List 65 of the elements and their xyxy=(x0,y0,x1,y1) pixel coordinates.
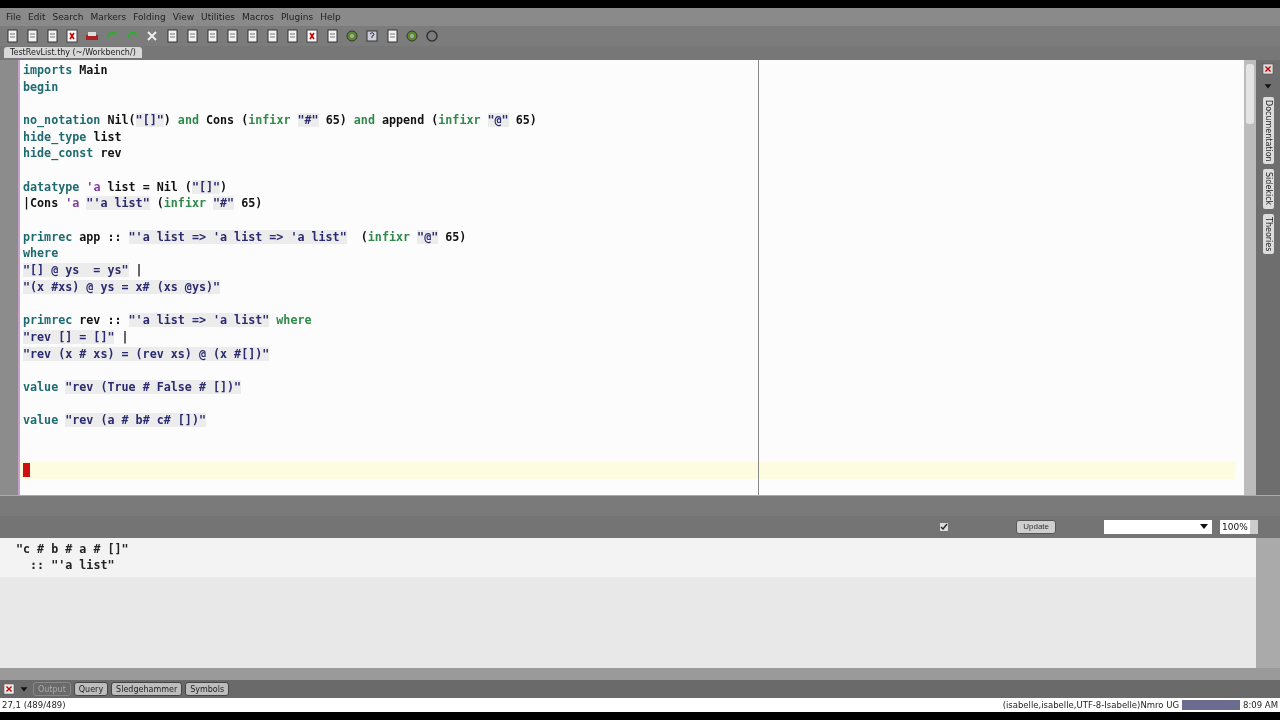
document-icon[interactable] xyxy=(285,28,299,43)
document-icon[interactable] xyxy=(165,28,179,43)
document-icon[interactable] xyxy=(265,28,279,43)
code-line: value "rev (True # False # [])" xyxy=(23,378,243,396)
close-file-icon[interactable] xyxy=(65,28,79,43)
document-icon[interactable] xyxy=(385,28,399,43)
close-icon[interactable] xyxy=(1262,62,1274,75)
code-line: value "rev (a # b# c# [])" xyxy=(23,412,207,429)
zoom-field[interactable]: 100% xyxy=(1220,519,1250,534)
checkbox[interactable] xyxy=(940,522,949,531)
menu-item[interactable]: Folding xyxy=(133,11,166,22)
menu-item[interactable]: Plugins xyxy=(280,11,314,22)
panel-tab[interactable]: Sledgehammer xyxy=(111,682,183,697)
buffer-tab[interactable]: TestRevList.thy (~/Workbench/) xyxy=(4,47,142,59)
scrollbar[interactable] xyxy=(1244,59,1256,495)
panel-tab[interactable]: Symbols xyxy=(185,682,230,697)
menu-item[interactable]: Utilities xyxy=(201,11,235,22)
zoom-dropdown-button[interactable] xyxy=(1250,519,1258,534)
menu-item[interactable]: Markers xyxy=(90,11,127,22)
code-line: where xyxy=(23,245,60,263)
circle-icon[interactable] xyxy=(425,28,439,43)
code-line: no_notation Nil("[]") and Cons (infixr "#" 65) and append (infixr "@" 65) xyxy=(23,111,538,129)
output-line: "c # b # a # []" xyxy=(16,540,130,558)
code-line: datatype 'a list = Nil ("[]") xyxy=(23,178,229,196)
dock-tab[interactable]: Theories xyxy=(1262,213,1274,255)
scrollbar[interactable] xyxy=(0,668,1280,681)
menu-item[interactable]: View xyxy=(172,11,195,22)
code-line: primrec rev :: "'a list => 'a list" where xyxy=(23,312,313,329)
document-icon[interactable] xyxy=(325,28,339,43)
code-line: primrec app :: "'a list => 'a list => 'a list" (infixr "@" 65) xyxy=(23,228,468,246)
menu-item[interactable]: Search xyxy=(52,11,84,22)
document-icon[interactable] xyxy=(245,28,259,43)
document-icon[interactable] xyxy=(25,28,39,43)
code-editor[interactable] xyxy=(0,59,1256,495)
document-icon[interactable] xyxy=(5,28,19,43)
document-icon[interactable] xyxy=(185,28,199,43)
document-icon[interactable] xyxy=(45,28,59,43)
cut-icon[interactable] xyxy=(145,28,159,43)
code-line: |Cons 'a "'a list" (infixr "#" 65) xyxy=(23,195,264,212)
panel-tab[interactable]: Query xyxy=(73,682,109,697)
code-line: begin xyxy=(23,78,60,96)
document-icon[interactable] xyxy=(225,28,239,43)
menu-item[interactable]: File xyxy=(6,11,22,22)
dock-tab[interactable]: Sidekick xyxy=(1262,169,1274,209)
caret-position: 27,1 (489/489) xyxy=(2,700,66,711)
help-icon[interactable] xyxy=(365,28,379,43)
memory-bar xyxy=(1182,700,1241,711)
code-line: imports Main xyxy=(23,61,109,79)
dock-tab[interactable]: Documentation xyxy=(1262,96,1274,165)
text-cursor xyxy=(23,463,30,478)
update-button[interactable]: Update xyxy=(1016,519,1056,534)
code-line: hide_type list xyxy=(23,128,123,146)
menu-item[interactable]: Edit xyxy=(28,11,46,22)
dropdown[interactable] xyxy=(1104,519,1212,534)
clock: 8:09 AM xyxy=(1243,700,1278,711)
buffer-modes: (isabelle,isabelle,UTF-8-Isabelle)Nmro UG xyxy=(1002,700,1180,711)
output-line: :: "'a list" xyxy=(29,557,116,574)
code-line: hide_const rev xyxy=(23,145,123,162)
close-icon[interactable] xyxy=(3,683,15,696)
menu-item[interactable]: Macros xyxy=(241,11,274,22)
document-icon[interactable] xyxy=(205,28,219,43)
scrollbar[interactable] xyxy=(1256,537,1280,669)
close-file-icon[interactable] xyxy=(305,28,319,43)
menu-item[interactable]: Help xyxy=(320,11,341,22)
caret-icon xyxy=(1200,524,1208,530)
